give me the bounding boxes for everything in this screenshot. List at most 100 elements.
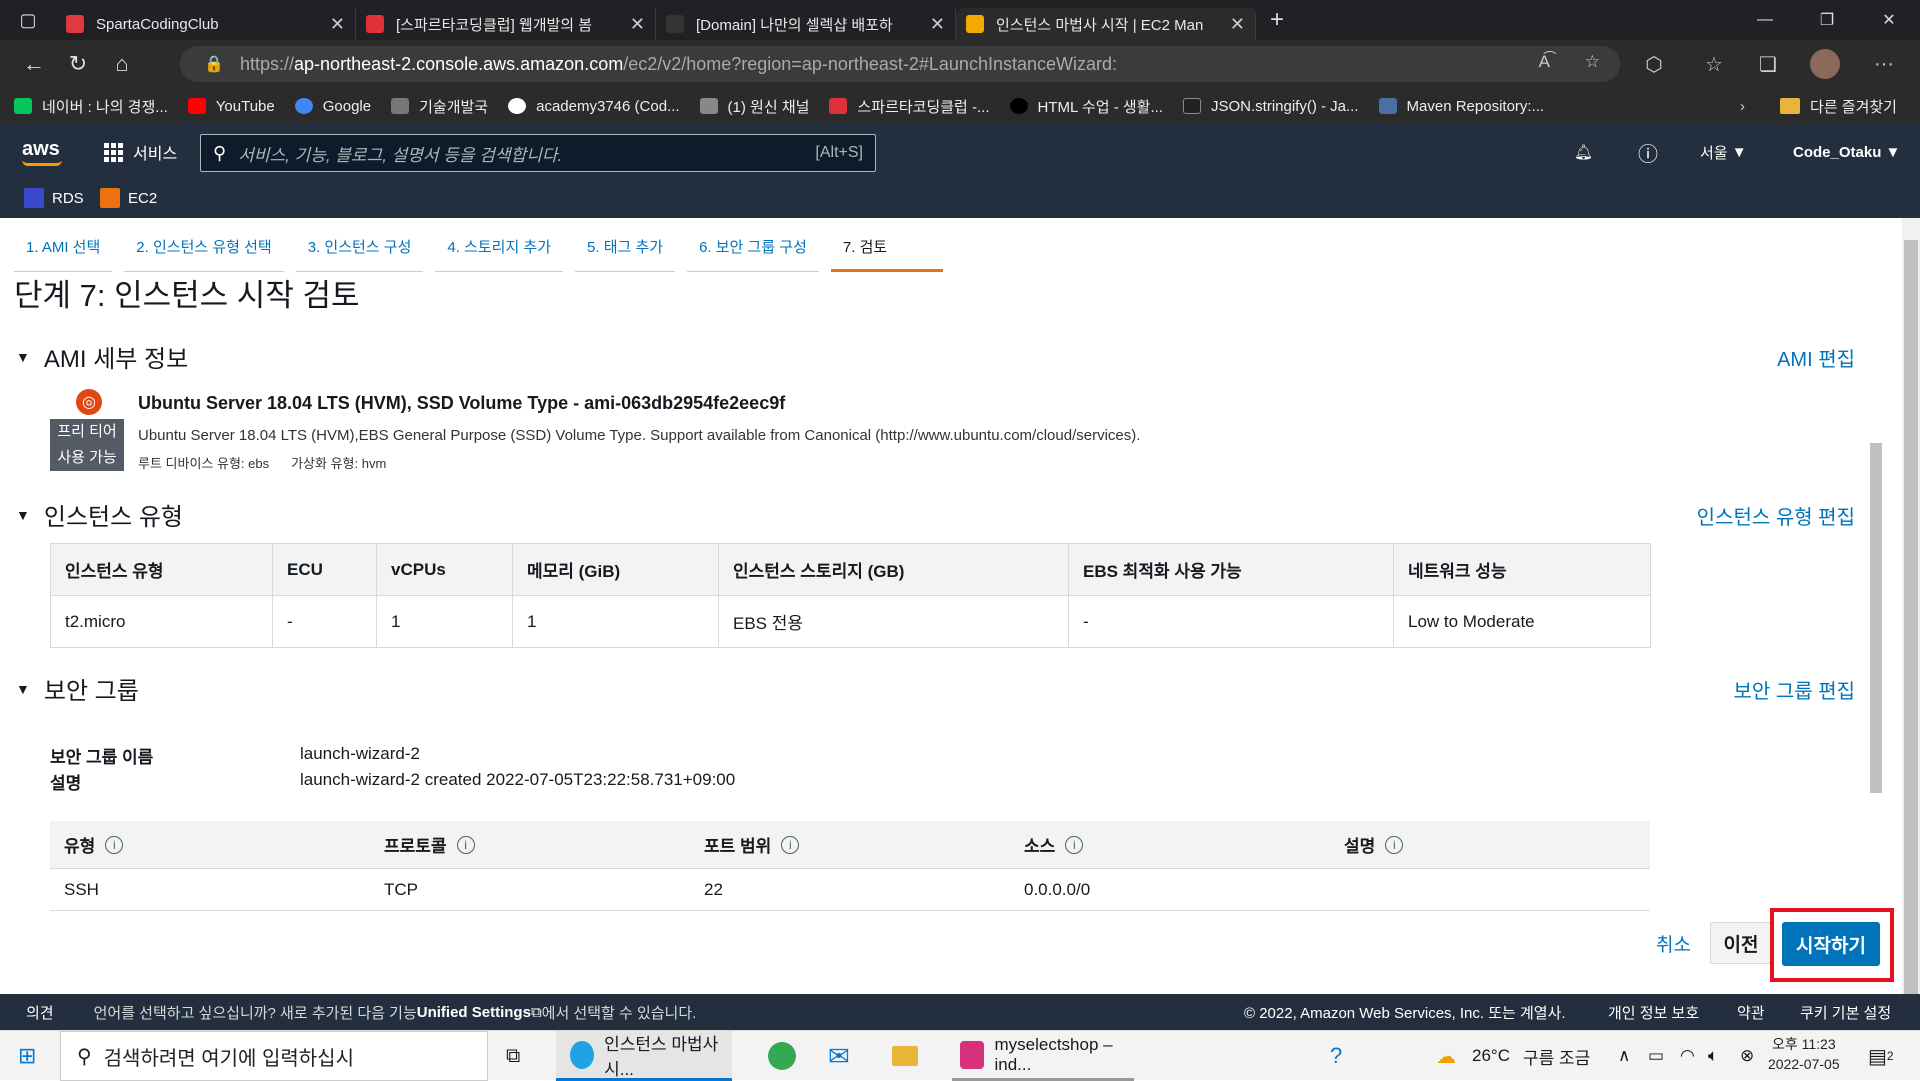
edit-ami-link[interactable]: AMI 편집 xyxy=(1777,343,1855,372)
chevron-right-icon[interactable]: › xyxy=(1740,88,1745,124)
more-menu-icon[interactable]: ··· xyxy=(1862,44,1906,84)
edit-instance-type-link[interactable]: 인스턴스 유형 편집 xyxy=(1697,501,1855,530)
browser-tab[interactable]: SpartaCodingClub ✕ xyxy=(56,8,356,40)
info-icon[interactable]: i xyxy=(105,835,124,854)
bookmark-item[interactable]: Maven Repository:... xyxy=(1378,98,1544,115)
step-configure[interactable]: 3. 인스턴스 구성 xyxy=(295,228,424,272)
taskbar-idea-app[interactable]: myselectshop – ind... xyxy=(952,1031,1134,1081)
page-scrollbar[interactable] xyxy=(1902,218,1920,994)
privacy-link[interactable]: 개인 정보 보호 xyxy=(1608,1002,1699,1023)
favorite-label: EC2 xyxy=(128,189,158,207)
cancel-button[interactable]: 취소 xyxy=(1656,930,1691,957)
reload-icon[interactable]: ↻ xyxy=(56,44,100,84)
step-storage[interactable]: 4. 스토리지 추가 xyxy=(435,228,564,272)
bookmark-item[interactable]: (1) 원신 채널 xyxy=(699,96,809,117)
close-icon[interactable]: ✕ xyxy=(330,14,345,35)
taskbar-edge-app[interactable]: 인스턴스 마법사 시... xyxy=(556,1031,732,1081)
security-group-section-header[interactable]: ▼ 보안 그룹 xyxy=(14,671,139,706)
services-menu-button[interactable]: 서비스 xyxy=(104,140,177,164)
step-tags[interactable]: 5. 태그 추가 xyxy=(575,228,676,272)
inner-scrollbar[interactable] xyxy=(1866,313,1884,925)
bookmark-item[interactable]: academy3746 (Cod... xyxy=(508,98,680,115)
chevron-up-icon[interactable]: ∧ xyxy=(1618,1031,1630,1081)
info-icon[interactable]: i xyxy=(1385,835,1404,854)
bookmark-item[interactable]: 네이버 : 나의 경쟁... xyxy=(14,96,168,117)
cookie-settings-link[interactable]: 쿠키 기본 설정 xyxy=(1800,1002,1891,1023)
chrome-icon[interactable] xyxy=(768,1031,806,1081)
url-field[interactable]: 🔒 https://ap-northeast-2.console.aws.ama… xyxy=(180,46,1620,82)
minimize-icon[interactable]: — xyxy=(1734,0,1796,40)
close-icon[interactable]: ✕ xyxy=(630,14,645,35)
other-bookmarks[interactable]: 다른 즐겨찾기 xyxy=(1780,88,1897,124)
ami-section-header[interactable]: ▼ AMI 세부 정보 xyxy=(14,339,188,374)
unified-settings-link[interactable]: Unified Settings xyxy=(417,1004,531,1021)
terms-link[interactable]: 약관 xyxy=(1737,1002,1765,1023)
notifications-bell-icon[interactable]: 🔔︎ xyxy=(1574,124,1593,180)
bookmark-item[interactable]: 기술개발국 xyxy=(391,96,488,117)
file-explorer-icon[interactable] xyxy=(892,1031,928,1081)
read-aloud-icon[interactable]: A͡ xyxy=(1539,52,1550,72)
help-tray-icon[interactable]: ? xyxy=(1330,1031,1342,1081)
table-cell: SSH xyxy=(64,879,99,899)
account-menu[interactable]: Code_Otaku ▼ xyxy=(1793,124,1900,180)
edit-security-group-link[interactable]: 보안 그룹 편집 xyxy=(1733,675,1855,704)
review-scroll-area[interactable]: ▼ AMI 세부 정보 AMI 편집 ◎ 프리 티어 사용 가능 Ubuntu Se… xyxy=(14,313,1869,925)
aws-logo[interactable]: aws xyxy=(22,138,62,166)
new-tab-icon[interactable]: + xyxy=(1270,6,1284,34)
home-icon[interactable]: ⌂ xyxy=(100,44,144,84)
aws-search-input[interactable]: ⚲ 서비스, 기능, 블로그, 설명서 등을 검색합니다. [Alt+S] xyxy=(200,134,876,172)
table-header-row: 인스턴스 유형 ECU vCPUs 메모리 (GiB) 인스턴스 스토리지 (G… xyxy=(50,543,1651,596)
info-icon[interactable]: i xyxy=(456,835,475,854)
maximize-icon[interactable]: ❐ xyxy=(1796,0,1858,40)
bookmark-item[interactable]: HTML 수업 - 생활... xyxy=(1009,96,1163,117)
step-ami[interactable]: 1. AMI 선택 xyxy=(14,228,113,272)
feedback-link[interactable]: 의견 xyxy=(26,1002,54,1023)
volume-icon[interactable]: 🔈︎ xyxy=(1708,1031,1718,1081)
weather-description[interactable]: 구름 조금 xyxy=(1523,1031,1590,1081)
bookmark-item[interactable]: JSON.stringify() - Ja... xyxy=(1182,98,1359,115)
close-icon[interactable]: ✕ xyxy=(1230,14,1245,35)
tab-title: 인스턴스 마법사 시작 | EC2 Man xyxy=(996,16,1204,34)
extensions-icon[interactable]: ⬡ xyxy=(1632,44,1676,84)
info-icon[interactable]: i xyxy=(781,835,800,854)
favorite-star-icon[interactable]: ☆ xyxy=(1585,52,1600,72)
scrollbar-thumb[interactable] xyxy=(1870,443,1882,793)
info-icon[interactable]: i xyxy=(1065,835,1084,854)
step-review[interactable]: 7. 검토 xyxy=(830,228,943,272)
bookmark-item[interactable]: Google xyxy=(294,98,371,115)
task-view-icon[interactable]: ⧉ xyxy=(506,1045,520,1068)
previous-button[interactable]: 이전 xyxy=(1710,922,1772,964)
region-selector[interactable]: 서울 ▼ xyxy=(1700,124,1747,180)
favorite-rds[interactable]: RDS xyxy=(24,188,84,208)
tab-favicon xyxy=(366,15,384,33)
clock[interactable]: 오후 11:23 2022-07-05 xyxy=(1768,1034,1840,1074)
profile-avatar[interactable] xyxy=(1810,49,1840,79)
notification-center-icon[interactable]: ▤ 2 xyxy=(1868,1031,1894,1081)
favorites-icon[interactable]: ☆ xyxy=(1692,44,1736,84)
bookmark-item[interactable]: YouTube xyxy=(187,98,275,115)
instance-section-header[interactable]: ▼ 인스턴스 유형 xyxy=(14,497,183,532)
collections-icon[interactable]: ❏ xyxy=(1746,44,1790,84)
browser-tab[interactable]: [스파르타코딩클럽] 웹개발의 봄 ✕ xyxy=(356,8,656,40)
help-icon[interactable]: ⓘ xyxy=(1638,124,1658,180)
browser-tab-active[interactable]: 인스턴스 마법사 시작 | EC2 Man ✕ xyxy=(956,8,1256,40)
bookmark-item[interactable]: 스파르타코딩클럽 -... xyxy=(829,96,990,117)
folder-icon xyxy=(892,1046,918,1066)
window-close-icon[interactable]: ✕ xyxy=(1858,0,1920,40)
favorite-ec2[interactable]: EC2 xyxy=(100,188,157,208)
battery-icon[interactable]: ▭ xyxy=(1648,1031,1664,1081)
back-icon[interactable]: ← xyxy=(12,44,56,84)
scrollbar-thumb[interactable] xyxy=(1904,240,1918,994)
tab-actions-icon[interactable]: ▢ xyxy=(0,0,56,40)
wifi-icon[interactable]: ◠ xyxy=(1680,1031,1695,1081)
taskbar-search-input[interactable]: ⚲ 검색하려면 여기에 입력하십시 xyxy=(60,1031,488,1081)
mail-icon[interactable]: ✉ xyxy=(828,1031,850,1081)
step-instance-type[interactable]: 2. 인스턴스 유형 선택 xyxy=(124,228,284,272)
weather-icon[interactable]: ☁ xyxy=(1436,1031,1456,1081)
step-security-group[interactable]: 6. 보안 그룹 구성 xyxy=(687,228,819,272)
ime-icon[interactable]: ⊗ xyxy=(1740,1031,1754,1081)
close-icon[interactable]: ✕ xyxy=(930,14,945,35)
browser-tab[interactable]: [Domain] 나만의 셀렉샵 배포하 ✕ xyxy=(656,8,956,40)
weather-temperature[interactable]: 26°C xyxy=(1472,1031,1510,1081)
windows-start-icon[interactable]: ⊞ xyxy=(18,1043,36,1069)
